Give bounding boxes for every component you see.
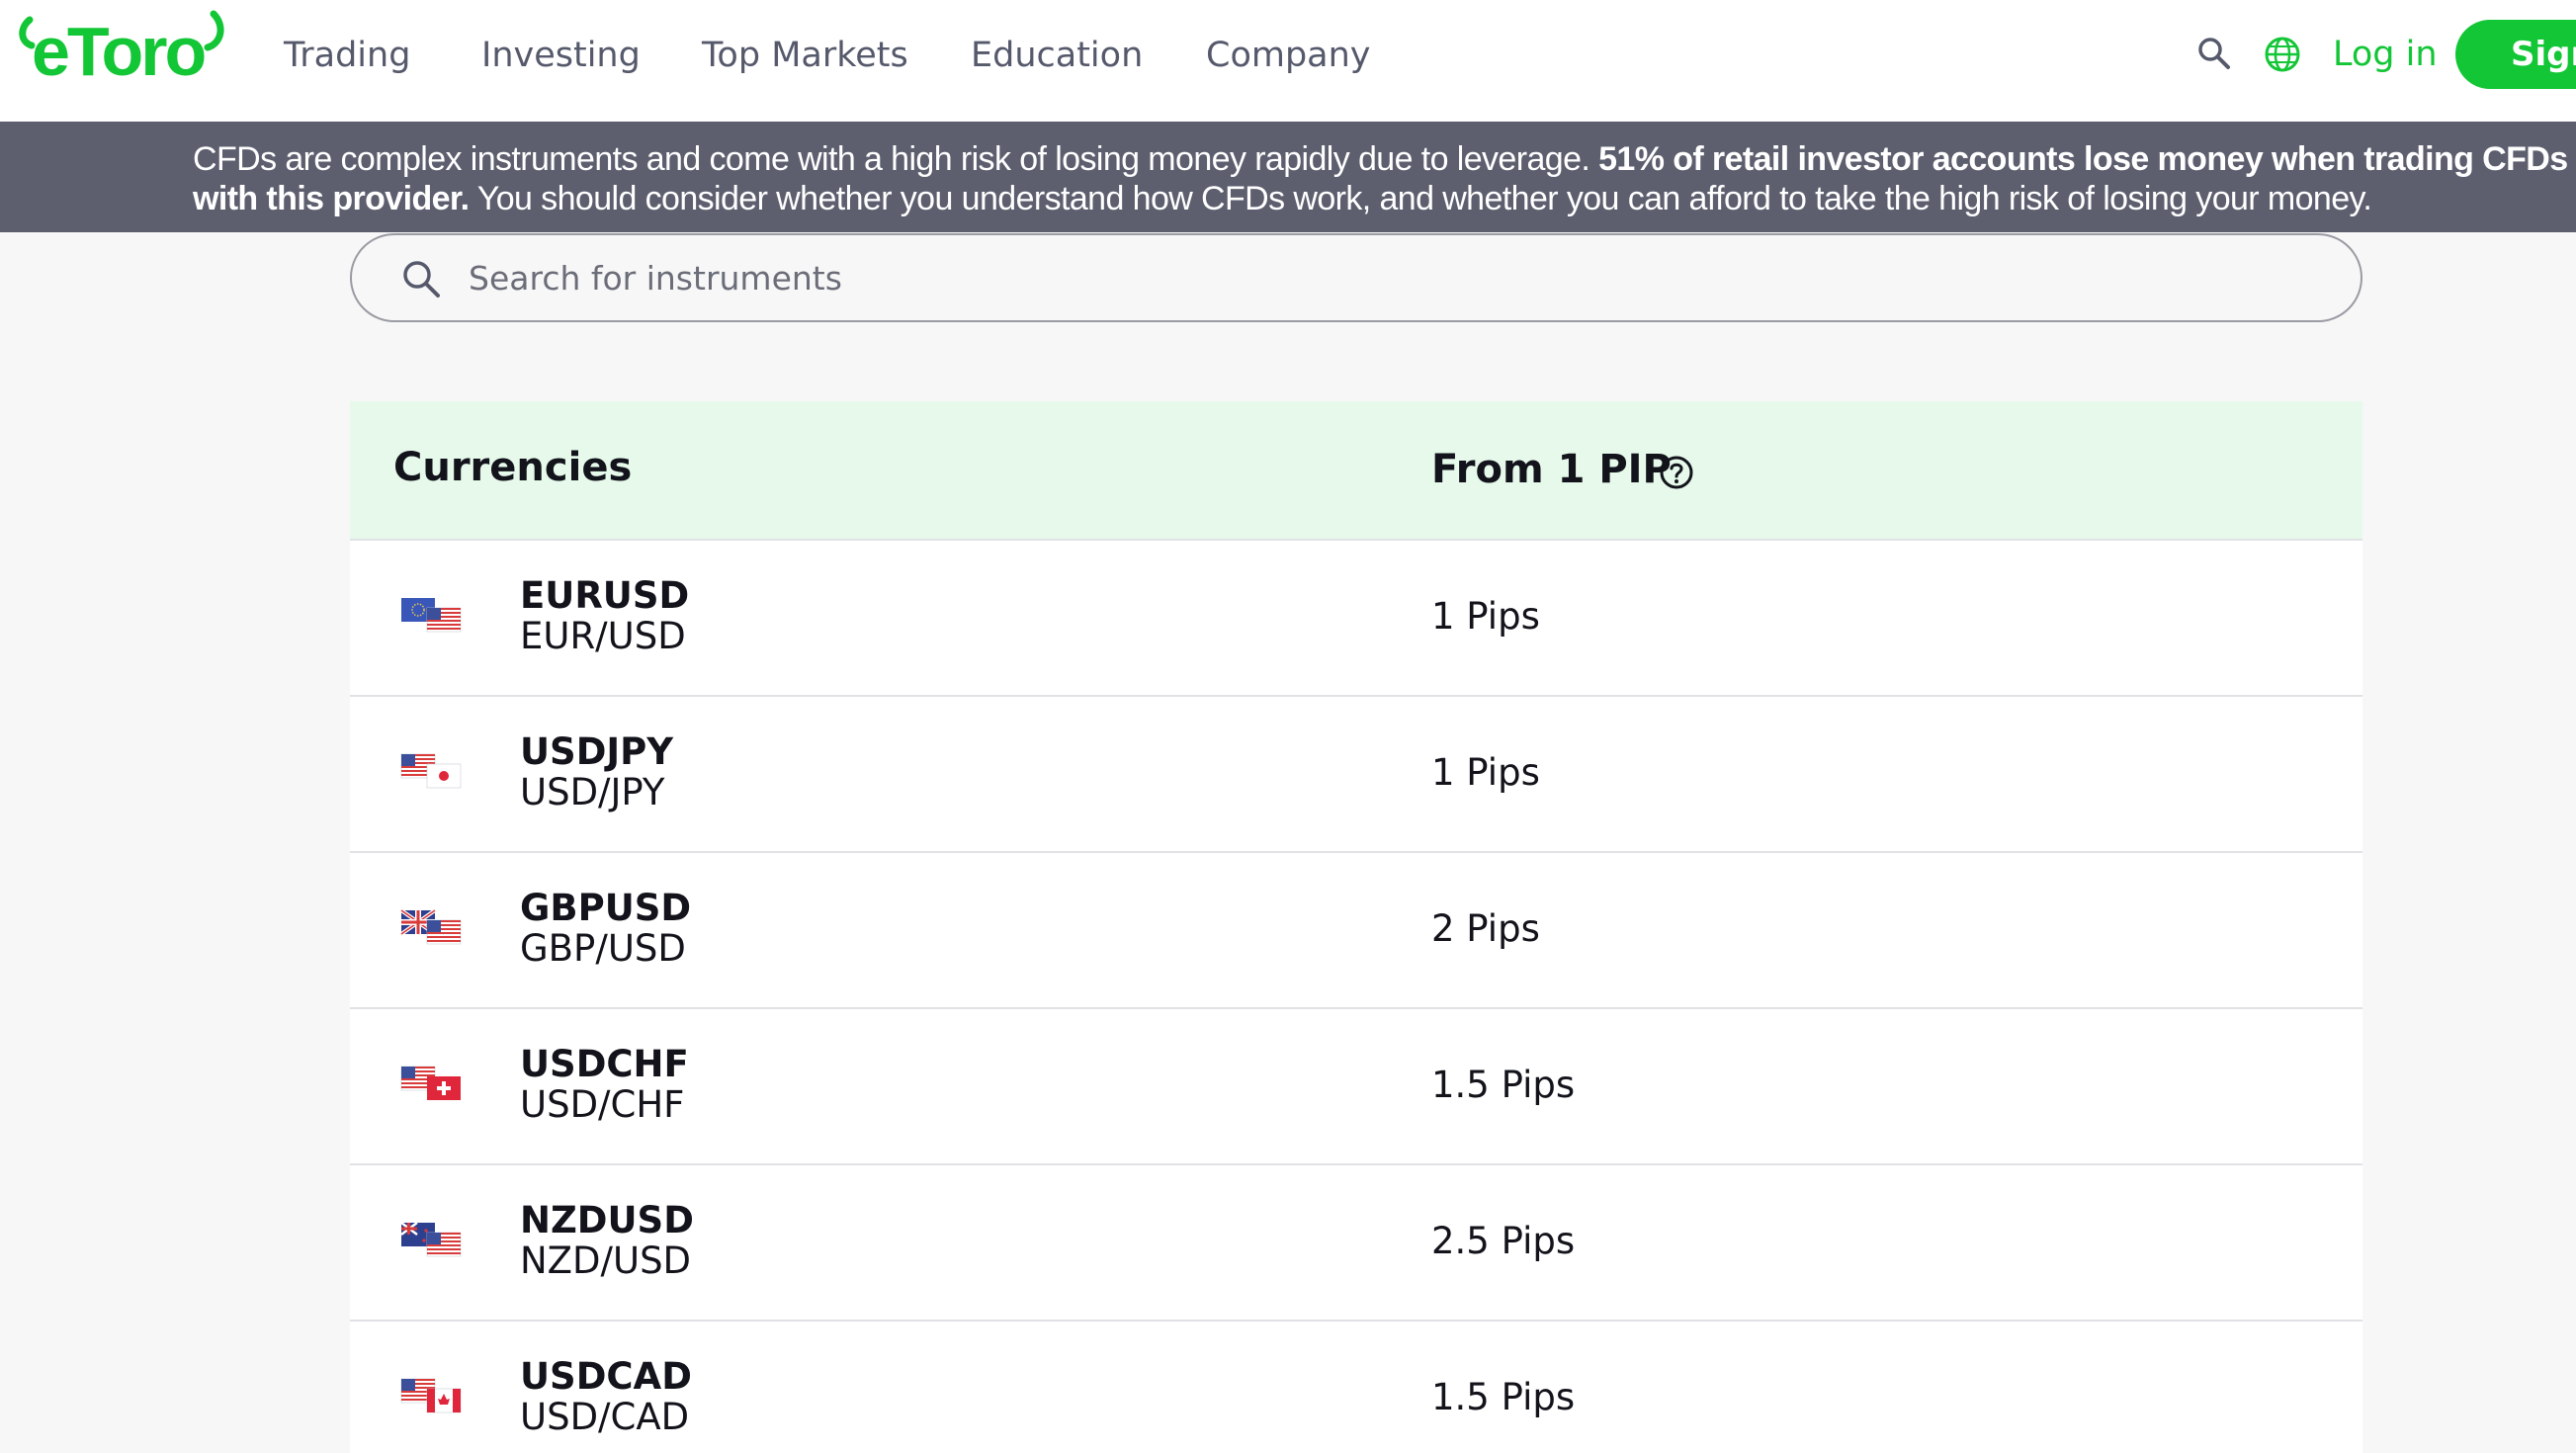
- nav-company[interactable]: Company: [1206, 36, 1371, 75]
- instrument-spread: 1 Pips: [1431, 751, 1540, 794]
- instrument-pair: EUR/USD: [520, 615, 686, 657]
- flag-pair-icon: [400, 1378, 462, 1413]
- table-row-usdcad[interactable]: USDCAD USD/CAD 1.5 Pips: [350, 1322, 2362, 1453]
- table-row-usdjpy[interactable]: USDJPY USD/JPY 1 Pips: [350, 697, 2362, 853]
- instrument-spread: 2 Pips: [1431, 907, 1540, 950]
- table-header: Currencies From 1 PIP: [350, 401, 2362, 541]
- login-link[interactable]: Log in: [2333, 34, 2438, 75]
- instrument-pair: USD/CAD: [520, 1396, 690, 1438]
- flag-pair-icon: [399, 908, 462, 945]
- instrument-spread: 1.5 Pips: [1431, 1376, 1576, 1418]
- etoro-logo[interactable]: eToro: [18, 10, 225, 90]
- flag-pair-icon: [401, 598, 462, 633]
- instrument-spread: 1.5 Pips: [1431, 1064, 1576, 1106]
- help-icon[interactable]: [1659, 455, 1694, 490]
- instrument-symbol: USDCAD: [520, 1355, 692, 1398]
- instrument-spread: 1 Pips: [1431, 595, 1540, 638]
- instrument-pair: NZD/USD: [520, 1239, 692, 1282]
- instrument-pair: GBP/USD: [520, 927, 686, 970]
- instrument-symbol: USDCHF: [520, 1043, 689, 1085]
- column-header-currencies: Currencies: [393, 445, 633, 490]
- top-navigation: eToro Trading Investing Top Markets Educ…: [0, 0, 2576, 122]
- table-row-eurusd[interactable]: EURUSD EUR/USD 1 Pips: [350, 541, 2362, 697]
- instrument-symbol: GBPUSD: [520, 887, 692, 929]
- nav-education[interactable]: Education: [971, 36, 1143, 75]
- instrument-symbol: USDJPY: [520, 730, 674, 773]
- nav-trading[interactable]: Trading: [284, 36, 410, 75]
- instrument-symbol: EURUSD: [520, 574, 690, 617]
- risk-text-end: You should consider whether you understa…: [469, 180, 2372, 217]
- etoro-logo-mark: eToro: [19, 10, 224, 90]
- globe-icon[interactable]: [2264, 36, 2301, 73]
- instrument-pair: USD/JPY: [520, 771, 665, 813]
- nav-investing[interactable]: Investing: [481, 36, 641, 75]
- flag-pair-icon: [400, 753, 462, 789]
- table-body: EURUSD EUR/USD 1 Pips USDJPY USD/JPY 1 P…: [350, 541, 2362, 1453]
- svg-text:eToro: eToro: [32, 13, 205, 89]
- table-row-usdchf[interactable]: USDCHF USD/CHF 1.5 Pips: [350, 1009, 2362, 1165]
- flag-pair-icon: [400, 1066, 461, 1100]
- signup-button[interactable]: Sign up: [2455, 20, 2576, 89]
- search-icon: [403, 261, 440, 298]
- instrument-spread: 2.5 Pips: [1431, 1220, 1576, 1262]
- flag-pair-icon: [400, 1222, 462, 1257]
- currencies-table: Currencies From 1 PIP EURUSD EUR/USD 1 P…: [350, 401, 2362, 1453]
- instrument-pair: USD/CHF: [520, 1083, 685, 1126]
- nav-top-markets[interactable]: Top Markets: [702, 36, 908, 75]
- search-input[interactable]: [469, 255, 2248, 300]
- risk-text-start: CFDs are complex instruments and come wi…: [193, 140, 1599, 178]
- search-icon[interactable]: [2196, 36, 2232, 71]
- risk-warning-banner: CFDs are complex instruments and come wi…: [0, 122, 2576, 232]
- column-header-pip: From 1 PIP: [1431, 447, 1672, 492]
- table-row-gbpusd[interactable]: GBPUSD GBP/USD 2 Pips: [350, 853, 2362, 1009]
- instrument-symbol: NZDUSD: [520, 1199, 694, 1241]
- table-row-nzdusd[interactable]: NZDUSD NZD/USD 2.5 Pips: [350, 1165, 2362, 1322]
- instrument-search[interactable]: [350, 233, 2362, 322]
